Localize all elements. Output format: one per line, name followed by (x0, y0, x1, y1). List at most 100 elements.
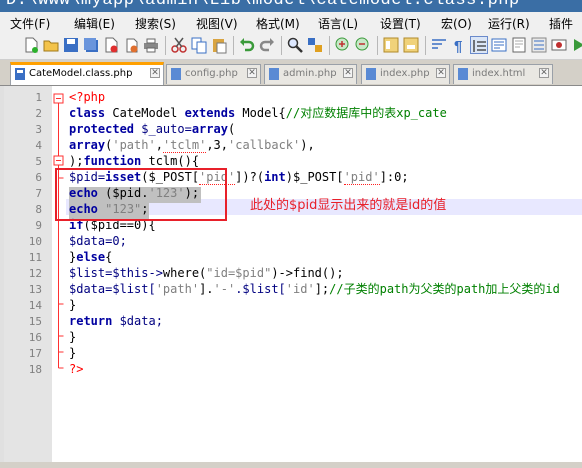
user-lang-icon[interactable] (490, 36, 508, 54)
line-number: 1 (35, 91, 42, 104)
tab-bar: CateModel.class.php ✕ config.php ✕ admin… (0, 60, 582, 86)
menu-macro[interactable]: 宏(O) (441, 15, 472, 32)
line-number: 4 (35, 139, 42, 152)
line-number: 11 (28, 251, 42, 264)
undo-icon[interactable] (238, 36, 256, 54)
copy-icon[interactable] (190, 36, 208, 54)
find-icon[interactable] (286, 36, 304, 54)
file-icon (15, 68, 25, 80)
line-number-gutter: 1 2 3 4 5 6 7 8 9 10 11 12 13 14 15 16 1… (4, 86, 52, 462)
annotation-highlight-box (55, 168, 227, 221)
close-icon[interactable]: ✕ (343, 68, 353, 78)
code-line-2: class CateModel extends Model{//对应数据库中的表… (69, 106, 447, 120)
tab-index-php[interactable]: index.php ✕ (361, 64, 450, 84)
line-number: 2 (35, 107, 42, 120)
code-line-1: <?php (69, 90, 106, 104)
tab-label: CateModel.class.php (29, 68, 133, 79)
doc-map-icon[interactable] (510, 36, 528, 54)
zoom-out-icon[interactable] (354, 36, 372, 54)
line-number: 7 (35, 187, 42, 200)
code-line-5: );function tclm(){ (69, 154, 200, 168)
code-line-13: $data=$list['path'].'-'.$list['id'];//子类… (69, 282, 560, 296)
close-all-icon[interactable] (122, 36, 140, 54)
toolbar: ¶ (0, 32, 582, 60)
line-number: 17 (28, 347, 42, 360)
tab-admin[interactable]: admin.php ✕ (264, 64, 357, 84)
code-line-3: protected $_auto=array( (69, 122, 236, 136)
close-icon[interactable]: ✕ (539, 68, 549, 78)
tab-catemodel[interactable]: CateModel.class.php ✕ (10, 62, 164, 85)
tab-index-html[interactable]: index.html ✕ (453, 64, 553, 84)
print-icon[interactable] (142, 36, 160, 54)
cut-icon[interactable] (170, 36, 188, 54)
save-all-icon[interactable] (82, 36, 100, 54)
line-number: 6 (35, 171, 42, 184)
sync-horizontal-icon[interactable] (402, 36, 420, 54)
line-number: 14 (28, 299, 42, 312)
indent-guide-icon[interactable] (470, 36, 488, 54)
line-number: 10 (28, 235, 42, 248)
zoom-in-icon[interactable] (334, 36, 352, 54)
menu-edit[interactable]: 编辑(E) (74, 15, 115, 32)
tab-label: index.html (472, 68, 526, 79)
close-icon[interactable]: ✕ (150, 68, 160, 78)
menu-search[interactable]: 搜索(S) (135, 15, 176, 32)
line-number: 5 (35, 155, 42, 168)
play-macro-icon[interactable] (570, 36, 582, 54)
menu-view[interactable]: 视图(V) (196, 15, 238, 32)
annotation-text: 此处的$pid显示出来的就是id的值 (250, 198, 447, 213)
code-line-14: } (69, 298, 77, 312)
status-bar (0, 462, 582, 468)
line-number: 12 (28, 267, 42, 280)
code-line-10: $data=0; (69, 234, 127, 248)
fold-margin (52, 86, 66, 462)
line-number: 3 (35, 123, 42, 136)
line-number: 8 (35, 203, 42, 216)
code-line-12: $list=$this->where("id=$pid")->find(); (69, 266, 344, 280)
line-number: 18 (28, 363, 42, 376)
code-line-17: } (69, 346, 77, 360)
file-icon (366, 68, 376, 80)
line-number: 16 (28, 331, 42, 344)
line-number: 13 (28, 283, 42, 296)
close-icon[interactable]: ✕ (436, 68, 446, 78)
tab-config[interactable]: config.php ✕ (166, 64, 261, 84)
code-line-16: } (69, 330, 77, 344)
paste-icon[interactable] (210, 36, 228, 54)
word-wrap-icon[interactable] (430, 36, 448, 54)
close-icon[interactable]: ✕ (247, 68, 257, 78)
file-icon (171, 68, 181, 80)
menu-bar: 文件(F) 编辑(E) 搜索(S) 视图(V) 格式(M) 语言(L) 设置(T… (0, 12, 582, 33)
menu-run[interactable]: 运行(R) (488, 15, 530, 32)
tab-label: config.php (185, 68, 238, 79)
code-editor[interactable]: <?php class CateModel extends Model{//对应… (66, 86, 582, 462)
code-line-15: return $data; (69, 314, 163, 328)
menu-file[interactable]: 文件(F) (10, 15, 50, 32)
window-title: D:\www\myapp\admin\Lib\model\catemodel.c… (6, 0, 520, 10)
sync-vertical-icon[interactable] (382, 36, 400, 54)
title-bar: D:\www\myapp\admin\Lib\model\catemodel.c… (0, 0, 582, 12)
menu-settings[interactable]: 设置(T) (380, 15, 421, 32)
open-file-icon[interactable] (42, 36, 60, 54)
file-icon (269, 68, 279, 80)
record-macro-icon[interactable] (550, 36, 568, 54)
line-number: 9 (35, 219, 42, 232)
redo-icon[interactable] (258, 36, 276, 54)
tab-label: admin.php (283, 68, 337, 79)
replace-icon[interactable] (306, 36, 324, 54)
menu-plugins[interactable]: 插件 (549, 15, 573, 32)
file-icon (458, 68, 468, 80)
svg-text:¶: ¶ (454, 38, 462, 54)
tab-label: index.php (380, 68, 430, 79)
close-file-icon[interactable] (102, 36, 120, 54)
menu-language[interactable]: 语言(L) (318, 15, 358, 32)
code-line-18: ?> (69, 362, 84, 376)
save-icon[interactable] (62, 36, 80, 54)
line-number: 15 (28, 315, 42, 328)
show-all-chars-icon[interactable]: ¶ (450, 36, 468, 54)
menu-format[interactable]: 格式(M) (256, 15, 300, 32)
new-file-icon[interactable] (22, 36, 40, 54)
code-line-11: }else{ (69, 250, 113, 264)
code-line-4: array('path','tclm',3,'callback'), (69, 138, 315, 153)
function-list-icon[interactable] (530, 36, 548, 54)
